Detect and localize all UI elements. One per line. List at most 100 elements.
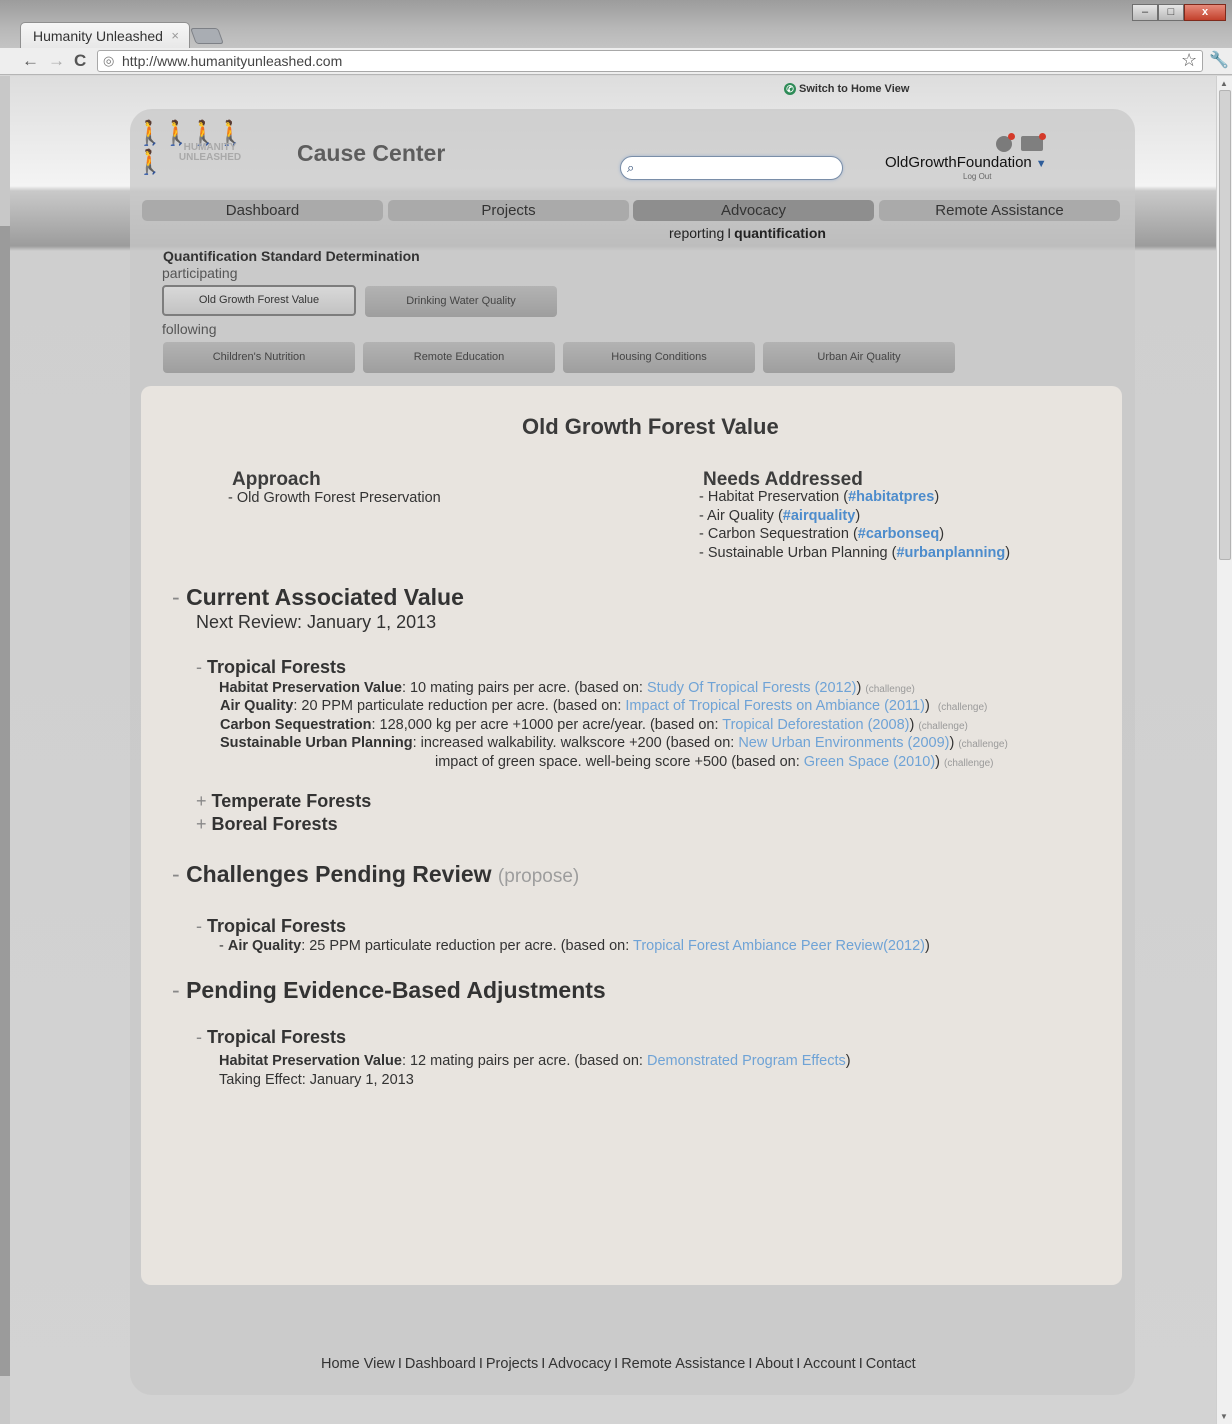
value-row: Sustainable Urban Planning: increased wa… <box>220 735 1008 751</box>
switch-home-link[interactable]: ✆ Switch to Home View <box>784 83 909 95</box>
following-pill[interactable]: Children's Nutrition <box>163 342 355 373</box>
footer-link[interactable]: About <box>755 1356 793 1372</box>
following-label: following <box>162 321 217 337</box>
scroll-thumb[interactable] <box>1219 90 1231 560</box>
next-review: Next Review: January 1, 2013 <box>196 612 437 632</box>
forward-arrow-icon[interactable]: → <box>48 51 65 71</box>
search-input[interactable]: ⌕ <box>620 156 843 180</box>
challenge-link[interactable]: (challenge) <box>938 702 987 713</box>
hashtag-link[interactable]: #urbanplanning <box>896 545 1005 561</box>
hashtag-link[interactable]: #carbonseq <box>858 526 939 542</box>
subnav-reporting[interactable]: reporting <box>669 225 724 241</box>
notification-badge <box>1008 133 1015 140</box>
tab-dashboard[interactable]: Dashboard <box>142 200 383 221</box>
source-link[interactable]: Study Of Tropical Forests (2012) <box>647 680 857 696</box>
participating-pill[interactable]: Old Growth Forest Value <box>162 285 356 316</box>
account-menu[interactable]: OldGrowthFoundation ▼ <box>885 154 1047 171</box>
scroll-down-icon[interactable]: ▼ <box>1220 1412 1228 1421</box>
account-name: OldGrowthFoundation <box>885 154 1032 171</box>
value-row: Air Quality: 20 PPM particulate reductio… <box>220 698 988 714</box>
challenges-heading[interactable]: - Challenges Pending Review (propose) <box>172 861 579 888</box>
window-controls: – □ x <box>1132 4 1226 21</box>
boreal-forests-heading[interactable]: + Boreal Forests <box>196 814 338 835</box>
source-link[interactable]: Tropical Deforestation (2008) <box>722 717 909 733</box>
tropical-forests-heading[interactable]: - Tropical Forests <box>196 657 346 678</box>
page-title: Cause Center <box>297 140 446 166</box>
footer-link[interactable]: Advocacy <box>548 1356 611 1372</box>
tab-close-icon[interactable]: × <box>171 28 179 43</box>
vertical-scrollbar[interactable]: ▲ ▼ <box>1216 76 1232 1424</box>
current-value-heading[interactable]: - Current Associated Value <box>172 584 464 611</box>
logo-text: HUMANITY UNLEASHED <box>178 142 242 163</box>
reload-icon[interactable]: C <box>74 51 86 71</box>
footer-link[interactable]: Remote Assistance <box>621 1356 745 1372</box>
source-link[interactable]: Green Space (2010) <box>804 754 935 770</box>
challenge-link[interactable]: (challenge) <box>865 684 914 695</box>
following-pill[interactable]: Housing Conditions <box>563 342 755 373</box>
participating-pill[interactable]: Drinking Water Quality <box>365 286 557 317</box>
participating-label: participating <box>162 265 238 281</box>
challenge-link[interactable]: (challenge) <box>944 758 993 769</box>
approach-heading: Approach <box>232 469 321 490</box>
temperate-forests-heading[interactable]: + Temperate Forests <box>196 791 371 812</box>
needs-heading: Needs Addressed <box>703 469 863 490</box>
browser-tab[interactable]: Humanity Unleashed × <box>20 22 190 48</box>
value-row: Habitat Preservation Value: 10 mating pa… <box>219 680 915 696</box>
back-arrow-icon[interactable]: ← <box>22 51 39 71</box>
qsd-title: Quantification Standard Determination <box>163 248 420 264</box>
tab-title: Humanity Unleashed <box>33 28 163 44</box>
hashtag-link[interactable]: #airquality <box>783 508 856 524</box>
bookmark-star-icon[interactable]: ☆ <box>1181 50 1197 71</box>
following-pill[interactable]: Urban Air Quality <box>763 342 955 373</box>
challenges-tropical-heading[interactable]: - Tropical Forests <box>196 916 346 937</box>
challenge-link[interactable]: (challenge) <box>958 739 1007 750</box>
phone-icon: ✆ <box>784 83 796 95</box>
challenge-link[interactable]: (challenge) <box>918 721 967 732</box>
new-tab-button[interactable] <box>190 28 224 44</box>
tab-remote-assistance[interactable]: Remote Assistance <box>879 200 1120 221</box>
taking-effect: Taking Effect: January 1, 2013 <box>219 1072 414 1088</box>
minimize-button[interactable]: – <box>1132 4 1158 21</box>
wrench-icon[interactable]: 🔧 <box>1209 50 1229 70</box>
approach-item: - Old Growth Forest Preservation <box>228 490 441 506</box>
main-nav: Dashboard Projects Advocacy Remote Assis… <box>142 200 1120 221</box>
adjustments-heading[interactable]: - Pending Evidence-Based Adjustments <box>172 977 606 1004</box>
hashtag-link[interactable]: #habitatpres <box>848 489 934 505</box>
footer-link[interactable]: Contact <box>866 1356 916 1372</box>
scroll-up-icon[interactable]: ▲ <box>1220 79 1228 88</box>
chevron-down-icon[interactable]: ▼ <box>1036 158 1047 170</box>
browser-toolbar: ← → C ◎ http://www.humanityunleashed.com… <box>0 48 1232 75</box>
source-link[interactable]: Impact of Tropical Forests on Ambiance (… <box>625 698 925 714</box>
adjustment-row: Habitat Preservation Value: 12 mating pa… <box>219 1053 851 1069</box>
footer-link[interactable]: Dashboard <box>405 1356 476 1372</box>
close-window-button[interactable]: x <box>1184 4 1226 21</box>
content-title: Old Growth Forest Value <box>522 414 779 439</box>
footer-link[interactable]: Projects <box>486 1356 538 1372</box>
footer-link[interactable]: Home View <box>321 1356 395 1372</box>
humanity-unleashed-logo[interactable]: 🚶🚶🚶🚶🚶 HUMANITY UNLEASHED <box>135 119 255 176</box>
value-row: impact of green space. well-being score … <box>435 754 994 770</box>
mail-badge <box>1039 133 1046 140</box>
content-card <box>141 386 1122 1285</box>
following-pill[interactable]: Remote Education <box>363 342 555 373</box>
maximize-button[interactable]: □ <box>1158 4 1184 21</box>
address-bar[interactable]: ◎ http://www.humanityunleashed.com <box>97 50 1203 72</box>
adjustments-tropical-heading[interactable]: - Tropical Forests <box>196 1027 346 1048</box>
need-item: - Carbon Sequestration (#carbonseq) <box>699 526 945 542</box>
source-link[interactable]: Tropical Forest Ambiance Peer Review(201… <box>633 938 925 954</box>
source-link[interactable]: New Urban Environments (2009) <box>738 735 949 751</box>
gutter-shade <box>0 226 10 1376</box>
source-link[interactable]: Demonstrated Program Effects <box>647 1053 846 1069</box>
subnav-quantification[interactable]: quantification <box>734 225 826 241</box>
need-item: - Air Quality (#airquality) <box>699 508 861 524</box>
tab-advocacy[interactable]: Advocacy <box>633 200 874 221</box>
browser-titlebar: Humanity Unleashed × – □ x <box>0 0 1232 48</box>
footer-link[interactable]: Account <box>803 1356 855 1372</box>
search-icon: ⌕ <box>627 160 635 175</box>
page-info-icon[interactable]: ◎ <box>103 53 114 69</box>
logout-link[interactable]: Log Out <box>963 172 991 181</box>
tab-projects[interactable]: Projects <box>388 200 629 221</box>
propose-link[interactable]: (propose) <box>498 866 579 887</box>
need-item: - Sustainable Urban Planning (#urbanplan… <box>699 545 1011 561</box>
left-gutter <box>0 76 10 1424</box>
